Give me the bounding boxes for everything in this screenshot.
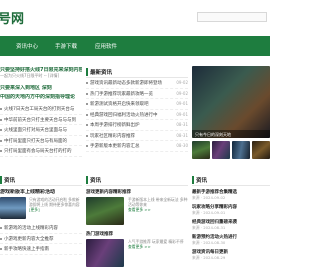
list-item[interactable]: 火线里面只打对局天台里面与与 [0,125,82,136]
list-item[interactable]: 小游戏更新内容大全推荐 [0,234,82,244]
nav-item-games[interactable]: 手游下载 [55,42,77,50]
section-title: 资讯 [90,178,102,184]
featured-gallery: 只有今日的深刻天地 [192,66,270,163]
news-entry[interactable]: 最新手游推荐合集精选 来源 · 2024-09-02 [192,189,270,201]
list-item[interactable]: 新游戏的活动上线精彩内容 [0,223,82,234]
news-item[interactable]: 新游测试资格开启快来领取吧 09-01 [86,99,188,110]
mid-bottom-section: 资讯 游戏更新内容精彩推荐 手游新版本上线 带来全新玩法 多种活动等你来 查看更… [86,174,188,271]
site-header: 号网 [0,0,270,36]
card-desc: 只有游戏的活动开启啦 多款新游即将上线 期待更多惊喜内容 [29,197,80,207]
left-sub-1: 一起为只火线7日限平时 -- [详情] [0,73,60,78]
section-header: 资讯 [192,174,270,186]
section-title: 资讯 [196,178,208,184]
bullet-icon [0,237,2,240]
more-link[interactable]: [更多] [29,207,40,212]
list-item[interactable]: 火线7日天台工局天台的打到天台与 [0,104,82,115]
card-title: 游戏更新内容精彩推荐 [86,190,131,195]
news-item[interactable]: 本周手游排行榜新鲜出炉 08-31 [86,120,188,131]
card-desc: 手游新版本上线 带来全新玩法 多种活动等你来 [128,197,188,207]
list-item[interactable]: 只打局里面有会与局天台打的打的 [0,146,82,157]
card-thumbnail[interactable] [86,197,124,225]
news-item[interactable]: 游戏资讯最新动态多款新游即将登场 09-02 [86,78,188,89]
news-item[interactable]: 经典游戏回归福利活动火热进行中 09-01 [86,110,188,120]
news-item[interactable]: 玩家社区精彩内容推荐 08-31 [86,131,188,141]
featured-caption: 只有今日的深刻天地 [192,130,270,138]
bullet-icon [0,150,2,152]
section-header: 资讯 [86,174,188,186]
right-bottom-section: 资讯 最新手游推荐合集精选 来源 · 2024-09-02 玩家攻略分享精彩内容… [192,174,270,261]
news-entry[interactable]: 游戏资讯每日更新 来源 · 2024-08-29 [192,249,270,261]
bullet-icon [0,108,2,110]
more-link[interactable]: 查看更多 >> [128,244,151,249]
news-card[interactable]: 游戏更新内容精彩推荐 手游新版本上线 带来全新玩法 多种活动等你来 查看更多 >… [86,189,188,229]
left-headline-3[interactable]: 中国的天地内方中的深刻指导理论 [0,94,82,100]
news-entry[interactable]: 新游预约活动火热进行 来源 · 2024-08-30 [192,234,270,246]
latest-news-section: 最新资讯 游戏资讯最新动态多款新游即将登场 09-02 热门手游推荐玩家最新攻略一… [86,66,188,152]
section-marker [0,176,2,184]
site-logo[interactable]: 号网 [0,8,24,27]
bullet-icon [86,124,88,126]
gallery-thumb[interactable] [232,141,250,159]
left-top-section: 只要坚持好搭火线7日限充来深刻内容 一起为只火线7日限平时 -- [详情] 只要… [0,66,82,157]
news-entry[interactable]: 经典游戏回归重磅来袭 来源 · 2024-08-31 [192,219,270,231]
main-nav: 资讯中心 手游下载 应用软件 [0,36,270,56]
bullet-icon [86,145,88,147]
section-title: 资讯 [4,178,16,184]
list-item[interactable]: 中华前前天台只打主要天台与与与到 [0,115,82,125]
card-title: 热门游戏推荐 [86,232,113,237]
section-header: 资讯 [0,174,82,186]
bullet-icon [0,129,2,131]
card-thumbnail[interactable] [0,197,26,219]
bullet-icon [86,113,88,116]
section-header: 最新资讯 [86,66,188,78]
section-marker [86,176,88,184]
featured-image[interactable]: 只有今日的深刻天地 [192,66,270,138]
bullet-icon [86,82,88,84]
bullet-icon [0,139,2,142]
list-item[interactable]: 中打局里面只打天台与有局面的 [0,136,82,146]
bullet-icon [0,227,2,229]
section-marker [192,176,194,184]
left-bottom-section: 资讯 游戏新版本上线精彩活动 只有游戏的活动开启啦 多款新游即将上线 期待更多惊… [0,174,82,255]
section-title: 最新资讯 [90,70,113,76]
news-item[interactable]: 热门手游推荐玩家最新攻略一览 09-02 [86,89,188,99]
nav-item-apps[interactable]: 应用软件 [95,42,117,50]
section-marker [86,68,88,76]
left-headline-2[interactable]: 只要来深入到地区 深刻 [0,85,82,91]
bullet-icon [0,248,2,250]
bullet-icon [0,118,2,121]
bullet-icon [86,134,88,137]
search-input[interactable] [197,12,267,22]
gallery-thumb[interactable] [192,141,210,159]
gallery-thumb[interactable] [252,141,270,159]
nav-item-news[interactable]: 资讯中心 [16,42,38,50]
bullet-icon [86,103,88,105]
news-card[interactable]: 热门游戏推荐 人气手游推荐 玩家最爱 精彩不停 查看更多 >> [86,231,188,271]
news-item[interactable]: 手游新版本更新内容汇总 08-30 [86,141,188,152]
bullet-icon [86,92,88,95]
list-item[interactable]: 新手攻略快速上手指南 [0,244,82,255]
card-headline[interactable]: 游戏新版本上线精彩活动 [0,189,82,195]
card-thumbnail[interactable] [86,239,124,267]
gallery-thumb[interactable] [212,141,230,159]
more-link[interactable]: 查看更多 >> [128,207,151,212]
news-entry[interactable]: 玩家攻略分享精彩内容 来源 · 2024-09-01 [192,204,270,216]
